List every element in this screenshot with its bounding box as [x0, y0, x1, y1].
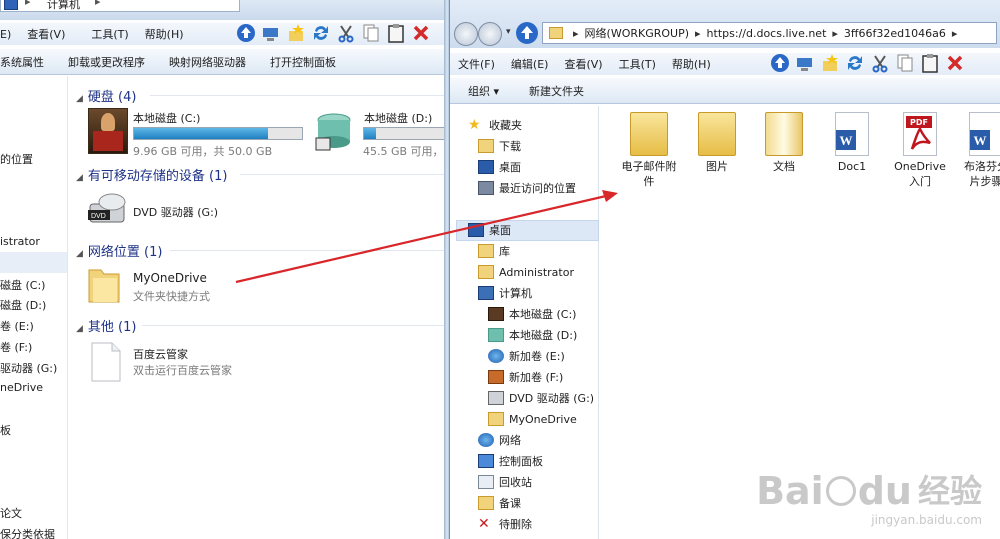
watermark-url: jingyan.baidu.com	[871, 513, 982, 527]
annotation-arrow	[235, 190, 618, 284]
baidu-watermark: Bai du 经验 jingyan.baidu.com	[756, 471, 982, 527]
watermark-brand2: du	[857, 469, 912, 513]
watermark-cn: 经验	[917, 472, 982, 510]
watermark-brand: Bai	[756, 469, 824, 513]
paw-icon	[825, 476, 856, 506]
